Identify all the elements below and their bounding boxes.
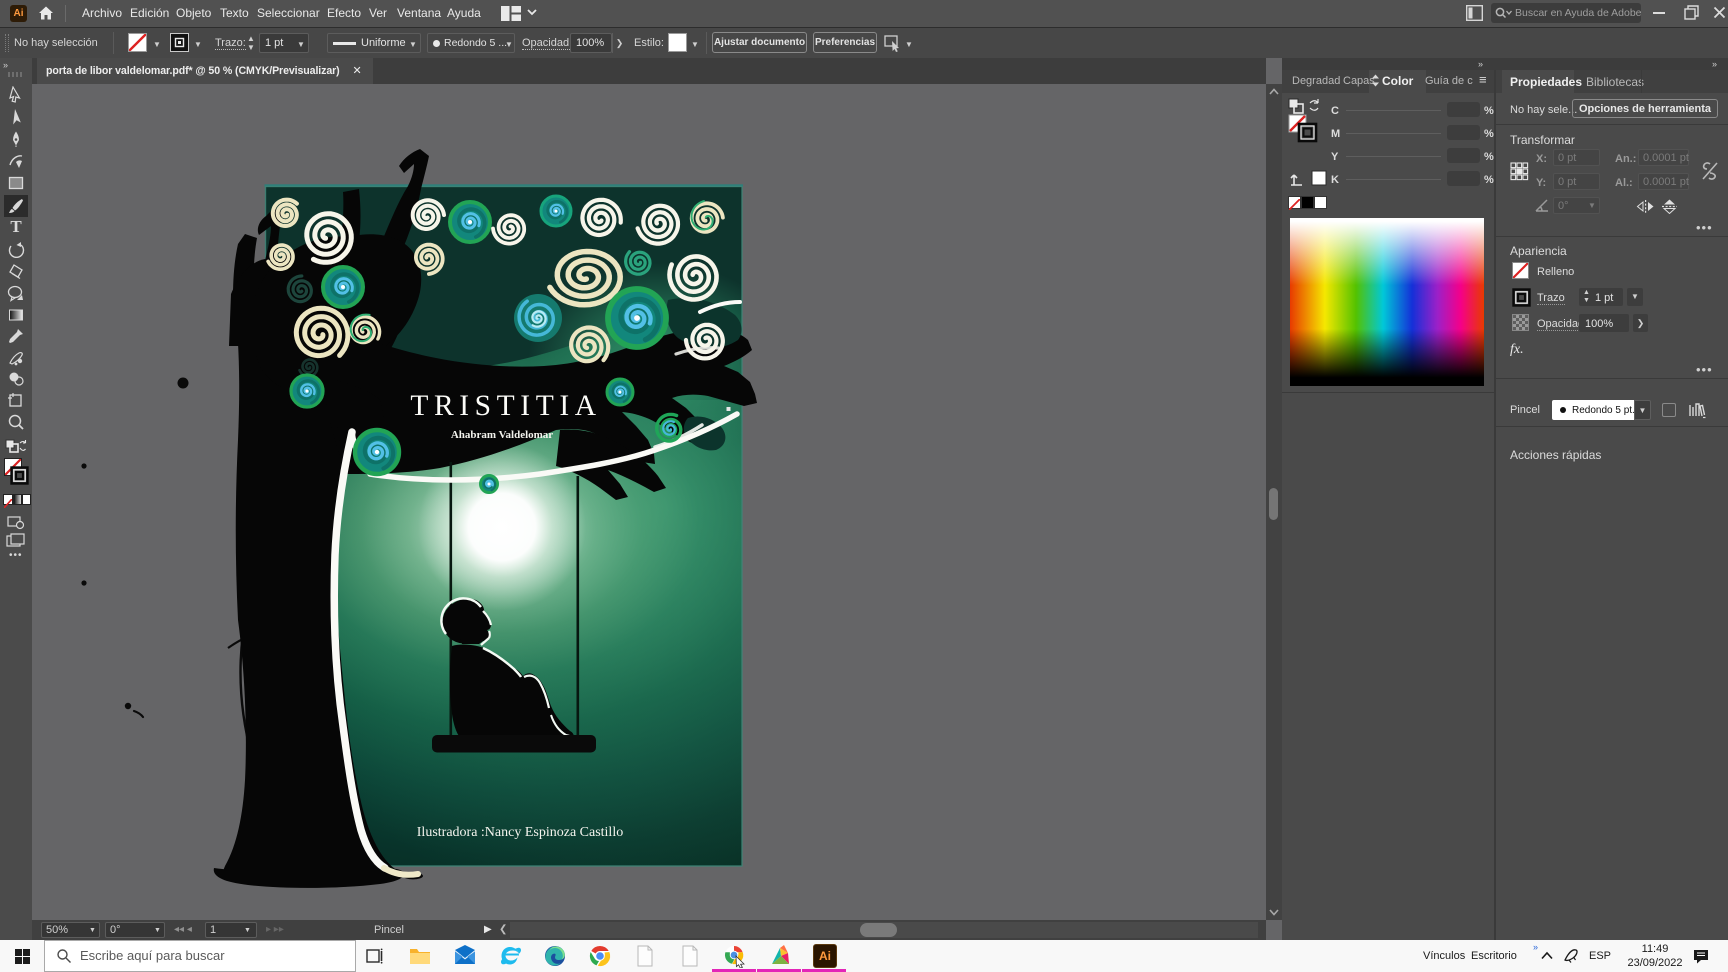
- svg-text:Ilustradora :Nancy Espinoza Ca: Ilustradora :Nancy Espinoza Castillo: [417, 825, 623, 840]
- svg-text:Ahabram Valdelomar: Ahabram Valdelomar: [451, 429, 553, 441]
- svg-text:TRISTITIA: TRISTITIA: [410, 390, 601, 422]
